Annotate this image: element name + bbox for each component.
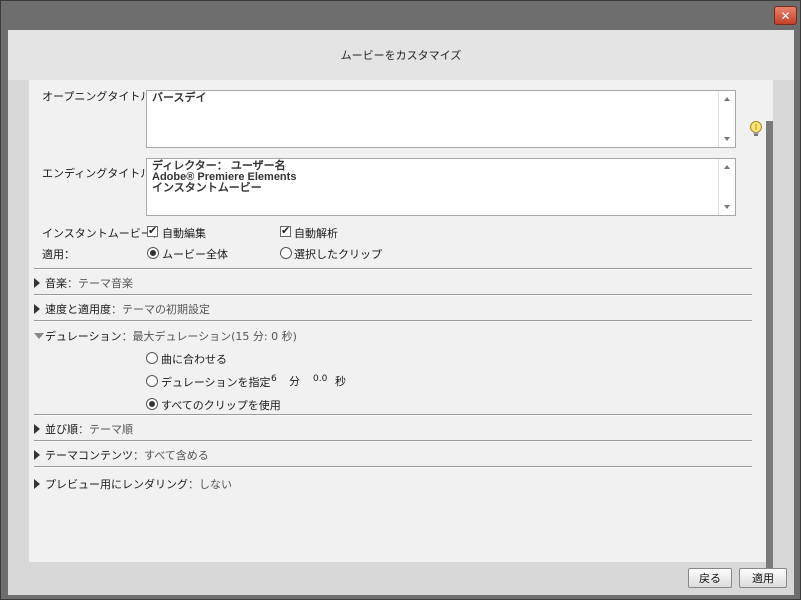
divider xyxy=(34,320,752,322)
ending-title-text: ディレクター： ユーザー名 Adobe® Premiere Elements イ… xyxy=(152,161,296,194)
scroll-up-icon[interactable] xyxy=(724,165,730,169)
lightbulb-icon[interactable] xyxy=(748,120,764,138)
back-button[interactable]: 戻る xyxy=(688,568,732,588)
ending-title-field[interactable]: ディレクター： ユーザー名 Adobe® Premiere Elements イ… xyxy=(146,158,736,216)
apply-label: 適用： xyxy=(42,248,75,261)
speed-section[interactable]: 速度と適用度：テーマの初期設定 xyxy=(34,300,754,320)
render-section[interactable]: プレビュー用にレンダリング：しない xyxy=(34,475,754,495)
expand-arrow-icon[interactable] xyxy=(34,424,40,434)
opening-title-field[interactable]: バースデイ xyxy=(146,90,736,148)
divider xyxy=(34,440,752,442)
duration-value: ：最大デュレーション(15 分: 0 秒) xyxy=(121,330,297,343)
seconds-field[interactable]: 0.0 xyxy=(313,374,327,384)
dialog-header: ムービーをカスタマイズ xyxy=(8,30,794,80)
expand-arrow-icon[interactable] xyxy=(34,479,40,489)
order-value: ：テーマ順 xyxy=(78,423,133,436)
duration-section[interactable]: デュレーション：最大デュレーション(15 分: 0 秒) xyxy=(34,327,754,347)
all-clips-label[interactable]: すべてのクリップを使用 xyxy=(161,397,281,413)
speed-label: 速度と適用度 xyxy=(45,303,111,316)
title-bar: ✕ xyxy=(1,1,800,31)
fit-music-label[interactable]: 曲に合わせる xyxy=(161,351,227,367)
panel-scrollbar[interactable] xyxy=(766,121,773,579)
opening-title-text: バースデイ xyxy=(152,92,207,104)
collapse-arrow-icon[interactable] xyxy=(34,333,44,339)
contents-value: ：すべて含める xyxy=(133,449,209,462)
seconds-unit: 秒 xyxy=(335,375,346,388)
music-section[interactable]: 音楽：テーマ音楽 xyxy=(34,274,754,294)
close-button[interactable]: ✕ xyxy=(774,6,797,25)
selected-clips-label[interactable]: 選択したクリップ xyxy=(294,246,382,262)
apply-button[interactable]: 適用 xyxy=(739,568,787,588)
contents-label: テーマコンテンツ xyxy=(45,449,133,462)
expand-arrow-icon[interactable] xyxy=(34,450,40,460)
customize-movie-dialog: ✕ ムービーをカスタマイズ オープニングタイトル： バースデイ エンディングタイ… xyxy=(0,0,801,600)
ending-title-scrollbar[interactable] xyxy=(718,159,735,215)
auto-edit-label[interactable]: 自動編集 xyxy=(162,225,206,241)
specify-duration-radio[interactable] xyxy=(146,375,158,387)
duration-label: デュレーション xyxy=(45,330,122,343)
scroll-up-icon[interactable] xyxy=(724,97,730,101)
scroll-down-icon[interactable] xyxy=(724,205,730,209)
render-label: プレビュー用にレンダリング xyxy=(45,478,188,491)
auto-edit-checkbox[interactable] xyxy=(147,224,158,237)
contents-section[interactable]: テーマコンテンツ：すべて含める xyxy=(34,446,754,466)
all-clips-radio[interactable] xyxy=(146,398,158,410)
whole-movie-radio[interactable] xyxy=(147,247,159,259)
speed-value: ：テーマの初期設定 xyxy=(111,303,210,316)
expand-arrow-icon[interactable] xyxy=(34,304,40,314)
ending-title-line: インスタントムービー xyxy=(152,182,262,194)
specify-duration-label[interactable]: デュレーションを指定 xyxy=(161,374,271,390)
dialog-title: ムービーをカスタマイズ xyxy=(340,49,462,62)
divider xyxy=(34,466,752,468)
divider xyxy=(34,268,752,270)
instant-movie-label: インスタントムービー： xyxy=(42,227,163,240)
whole-movie-label[interactable]: ムービー全体 xyxy=(162,246,228,262)
expand-arrow-icon[interactable] xyxy=(34,278,40,288)
order-section[interactable]: 並び順：テーマ順 xyxy=(34,420,754,440)
music-value: ：テーマ音楽 xyxy=(67,277,133,290)
ending-title-label: エンディングタイトル： xyxy=(42,167,163,180)
settings-panel: オープニングタイトル： バースデイ エンディングタイトル： ディレクター： ユー… xyxy=(29,80,773,562)
minutes-field[interactable]: 6 xyxy=(271,374,277,384)
selected-clips-radio[interactable] xyxy=(280,247,292,259)
music-label: 音楽 xyxy=(45,277,67,290)
auto-analyze-checkbox[interactable] xyxy=(280,224,291,237)
divider xyxy=(34,414,752,416)
scroll-down-icon[interactable] xyxy=(724,137,730,141)
auto-analyze-label[interactable]: 自動解析 xyxy=(294,225,338,241)
dialog-body: ムービーをカスタマイズ オープニングタイトル： バースデイ エンディングタイトル… xyxy=(8,30,794,595)
minutes-unit: 分 xyxy=(289,375,300,388)
divider xyxy=(34,294,752,296)
fit-music-radio[interactable] xyxy=(146,352,158,364)
render-value: ：しない xyxy=(188,478,232,491)
order-label: 並び順 xyxy=(45,423,78,436)
opening-title-scrollbar[interactable] xyxy=(718,91,735,147)
opening-title-label: オープニングタイトル： xyxy=(42,90,163,103)
close-icon: ✕ xyxy=(780,9,791,23)
